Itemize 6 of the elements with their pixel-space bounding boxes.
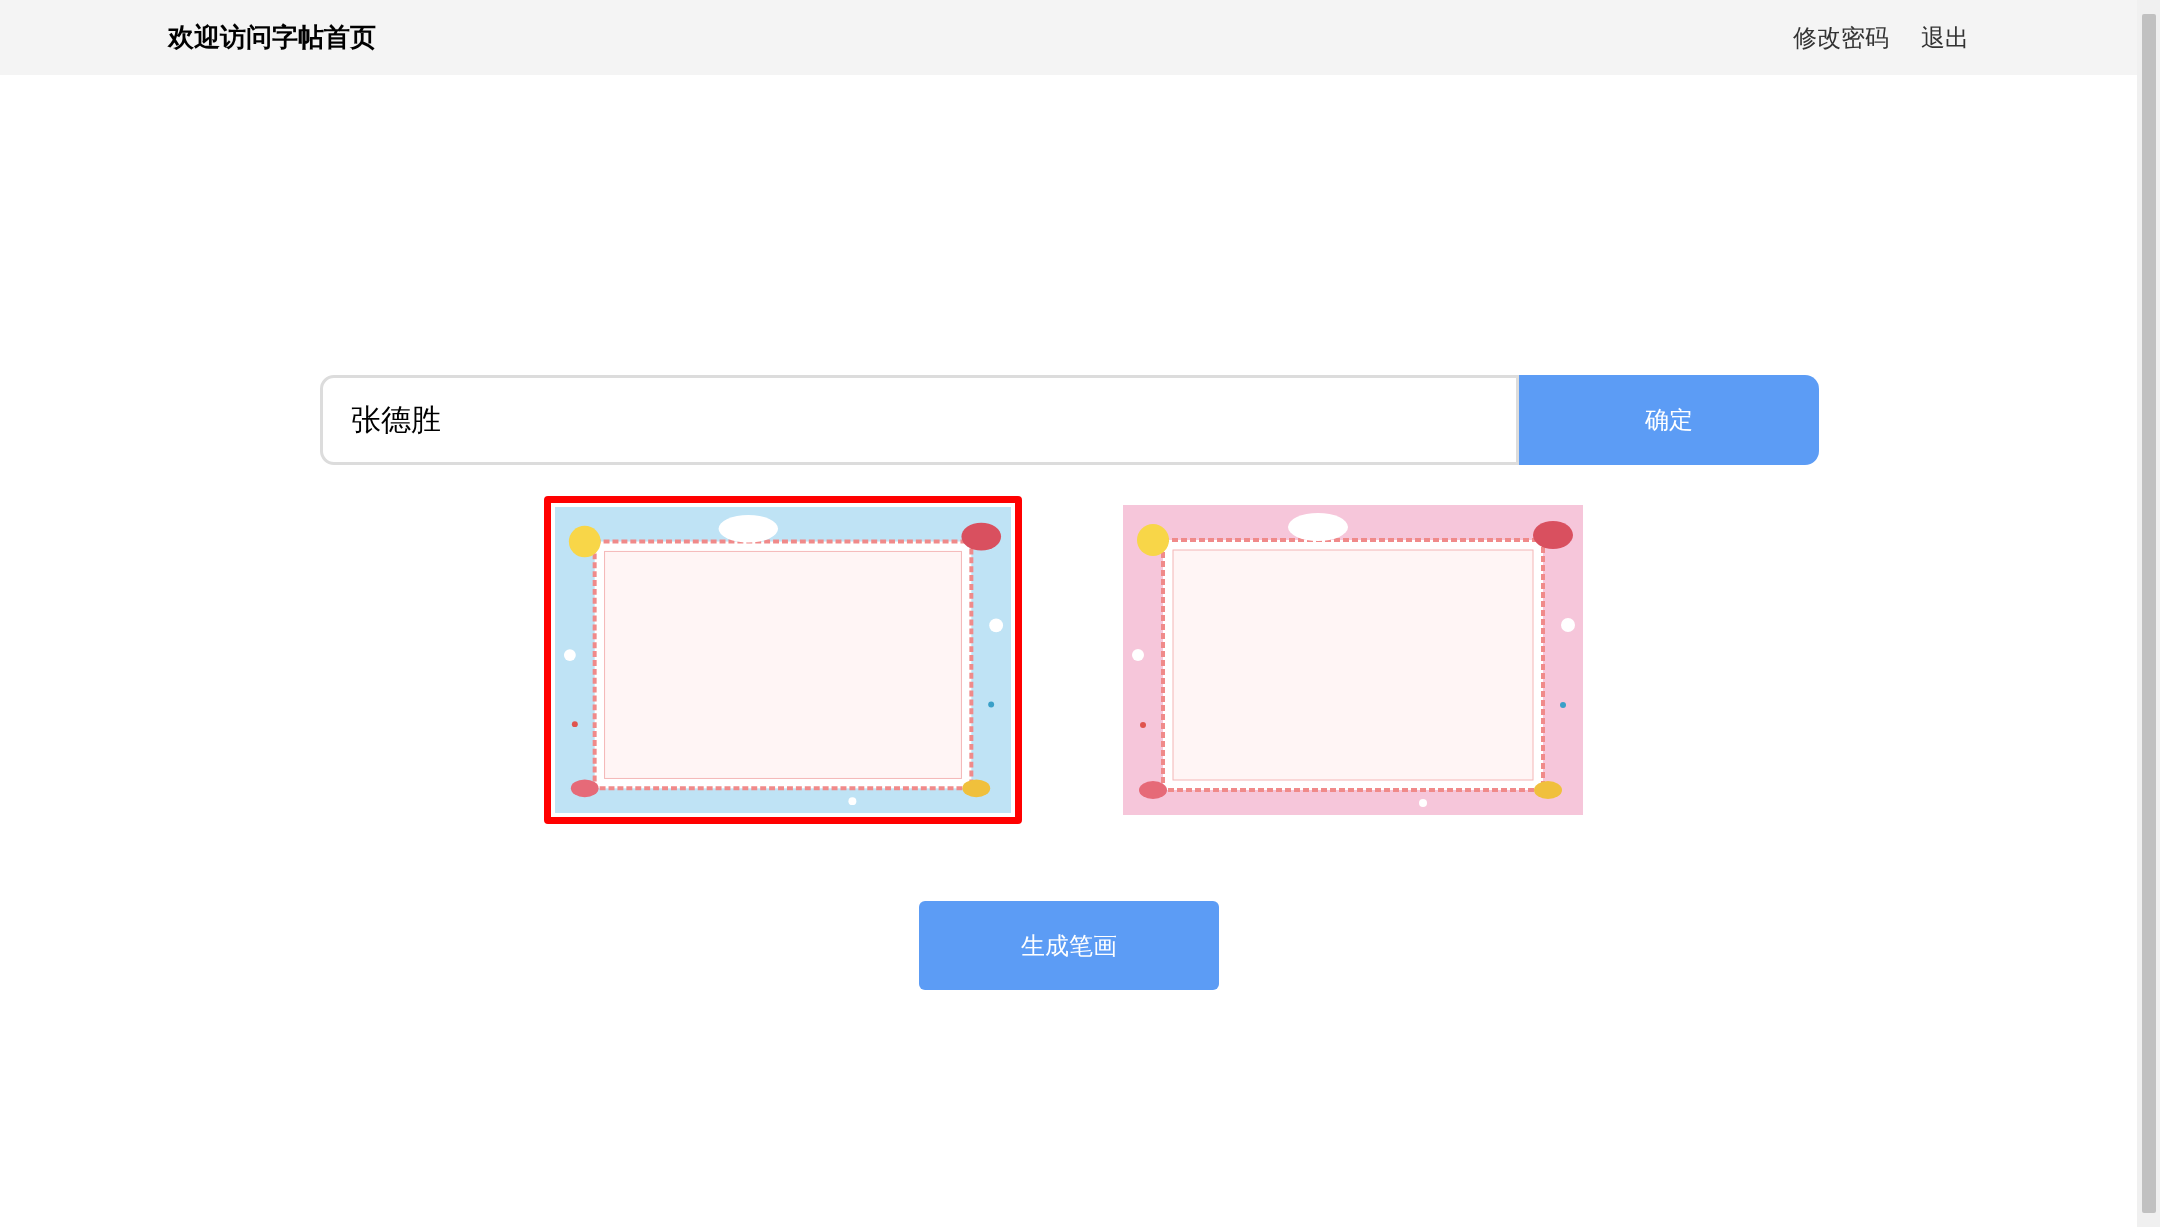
scrollbar[interactable]: [2137, 0, 2160, 1227]
page-title: 欢迎访问字帖首页: [168, 21, 376, 54]
scrollbar-thumb[interactable]: [2141, 14, 2156, 1213]
header-link[interactable]: 退出: [1921, 19, 1969, 56]
name-input[interactable]: 张德胜: [320, 375, 1519, 465]
header-link[interactable]: 修改密码: [1793, 19, 1889, 56]
